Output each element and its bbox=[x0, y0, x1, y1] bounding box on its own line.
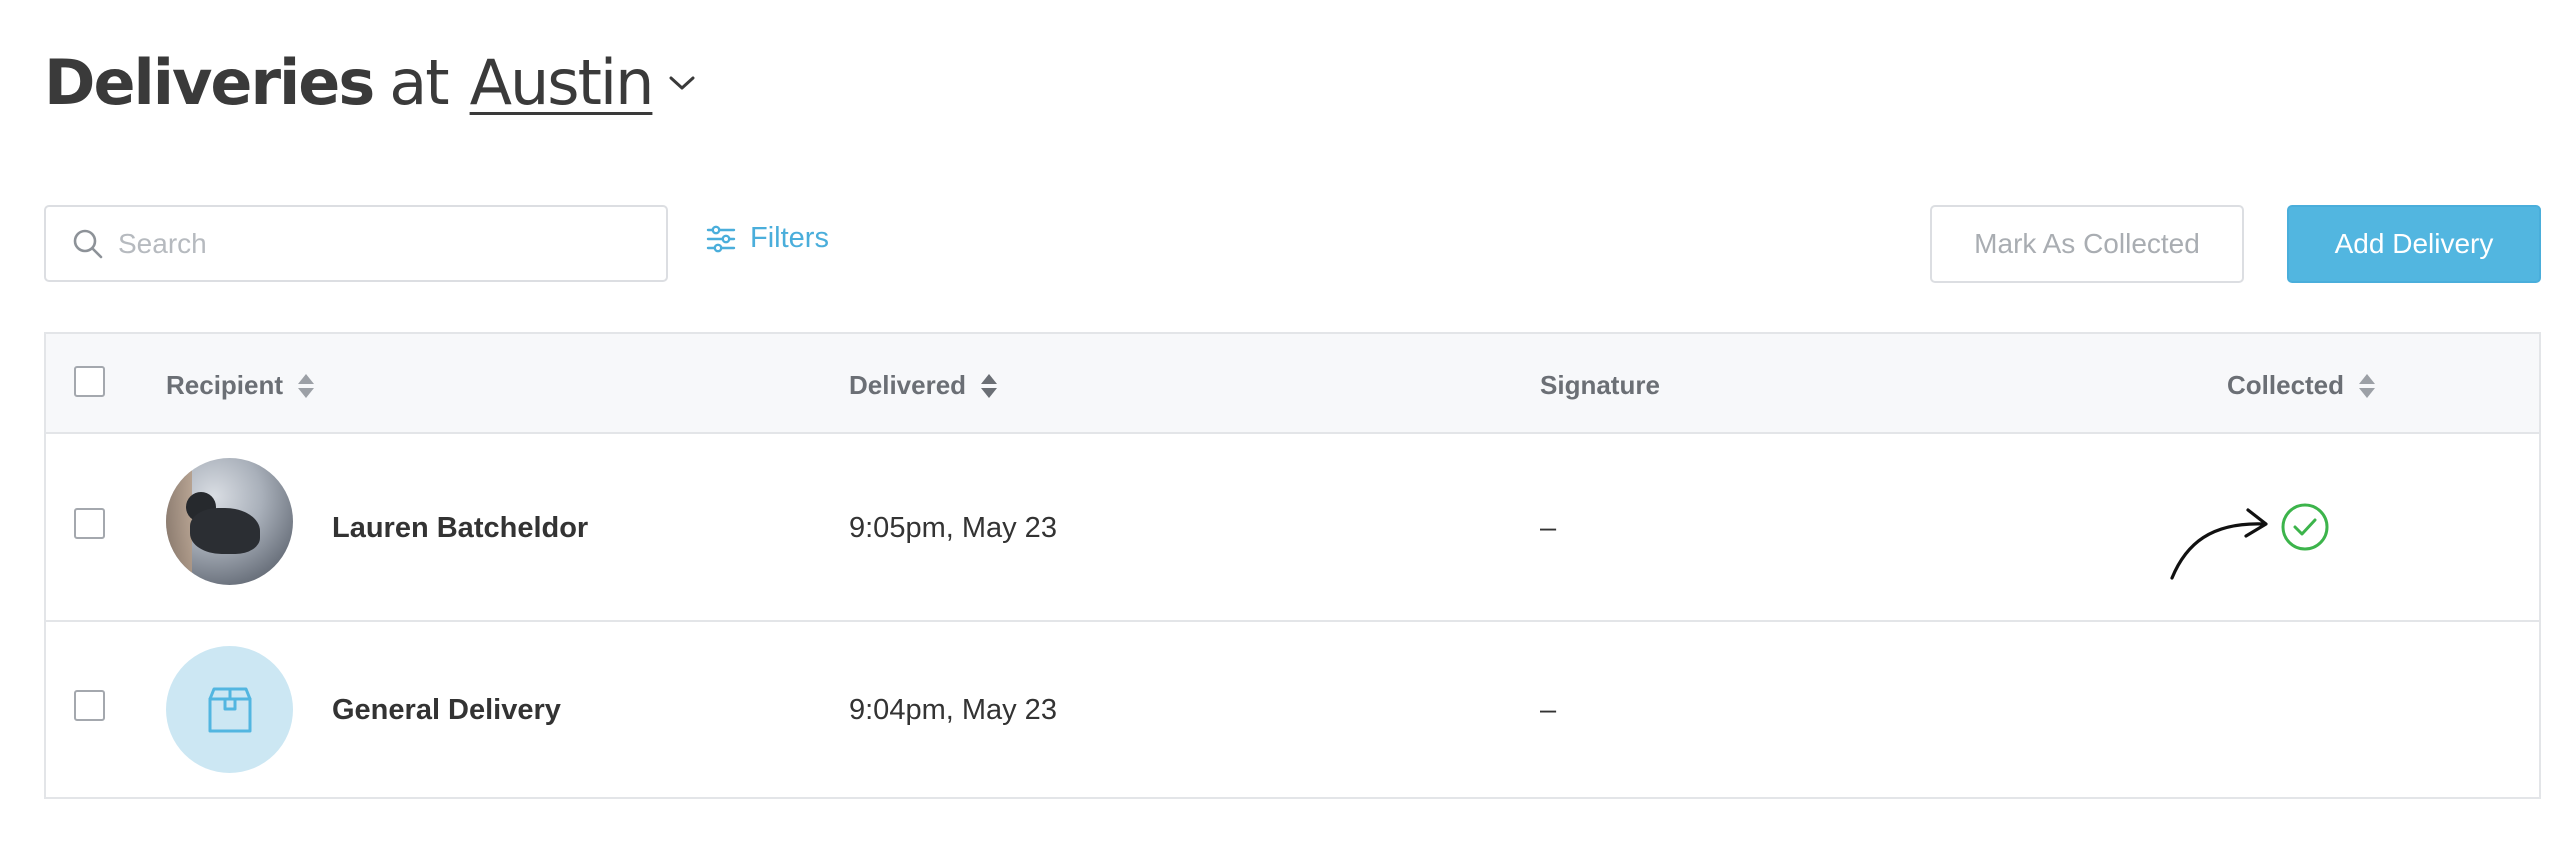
recipient-name[interactable]: General Delivery bbox=[332, 694, 561, 727]
search-input[interactable] bbox=[118, 227, 638, 260]
mark-as-collected-button[interactable]: Mark As Collected bbox=[1930, 205, 2244, 283]
delivered-time: 9:04pm, May 23 bbox=[849, 694, 1057, 726]
chevron-down-icon[interactable] bbox=[668, 73, 696, 93]
page-title: Deliveries at Austin bbox=[44, 46, 696, 119]
filters-button[interactable]: Filters bbox=[706, 222, 829, 255]
column-header-collected[interactable]: Collected bbox=[2227, 370, 2376, 401]
search-box[interactable] bbox=[44, 205, 668, 282]
delivered-time: 9:05pm, May 23 bbox=[849, 512, 1057, 544]
page-title-main: Deliveries bbox=[44, 46, 375, 119]
column-header-recipient[interactable]: Recipient bbox=[166, 370, 315, 401]
sort-icon[interactable] bbox=[980, 373, 998, 399]
recipient-name[interactable]: Lauren Batcheldor bbox=[332, 512, 588, 545]
arrow-annotation-icon bbox=[2170, 508, 2268, 580]
package-icon bbox=[208, 687, 251, 732]
page-title-connector: at bbox=[389, 46, 449, 119]
sliders-icon bbox=[706, 225, 736, 252]
avatar bbox=[166, 646, 293, 773]
select-all-checkbox[interactable] bbox=[74, 366, 105, 397]
signature-value: – bbox=[1540, 694, 1557, 726]
table-row[interactable]: General Delivery 9:04pm, May 23 – bbox=[46, 622, 2539, 797]
search-icon bbox=[73, 229, 103, 258]
column-header-delivered[interactable]: Delivered bbox=[849, 370, 998, 401]
location-dropdown[interactable]: Austin bbox=[470, 46, 697, 119]
check-circle-icon bbox=[2281, 503, 2329, 551]
table-header-row: Recipient Delivered Signature Collected bbox=[46, 334, 2539, 434]
row-checkbox[interactable] bbox=[74, 508, 105, 539]
signature-value: – bbox=[1540, 512, 1557, 544]
add-delivery-button[interactable]: Add Delivery bbox=[2287, 205, 2541, 283]
filters-label[interactable]: Filters bbox=[750, 222, 829, 255]
location-name[interactable]: Austin bbox=[470, 46, 655, 119]
table-row[interactable]: Lauren Batcheldor 9:05pm, May 23 – bbox=[46, 434, 2539, 622]
deliveries-table: Recipient Delivered Signature Collected bbox=[44, 332, 2541, 799]
sort-icon[interactable] bbox=[297, 373, 315, 399]
column-header-signature: Signature bbox=[1540, 370, 1660, 400]
sort-icon[interactable] bbox=[2358, 373, 2376, 399]
avatar bbox=[166, 458, 293, 585]
row-checkbox[interactable] bbox=[74, 690, 105, 721]
